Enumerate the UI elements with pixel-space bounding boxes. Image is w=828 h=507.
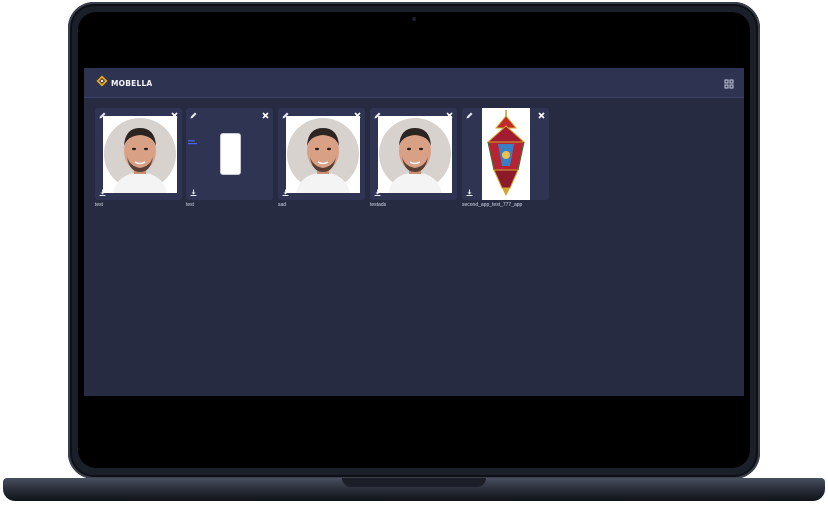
edit-button[interactable]	[373, 111, 382, 120]
trackpad-lip	[342, 478, 486, 487]
app-thumbnail	[103, 116, 177, 193]
edit-button[interactable]	[189, 111, 198, 120]
app-screen: MOBELLA test test sad testads second_app…	[84, 68, 744, 396]
app-name: second_app_test_777_app	[462, 202, 523, 208]
webcam	[412, 17, 416, 21]
grid-view-button[interactable]	[724, 76, 734, 89]
phone-mockup-thumbnail	[220, 133, 241, 175]
close-icon[interactable]	[261, 111, 270, 120]
logo-icon	[96, 74, 108, 92]
lantern-thumbnail	[482, 108, 530, 200]
download-icon[interactable]	[281, 188, 290, 197]
brand-logo[interactable]: MOBELLA	[96, 74, 153, 92]
app-card[interactable]	[462, 108, 549, 200]
brand-name: MOBELLA	[111, 78, 153, 88]
app-card[interactable]	[95, 108, 182, 200]
edit-button[interactable]	[465, 111, 474, 120]
phone-preview-lines	[188, 138, 197, 145]
close-icon[interactable]	[170, 111, 179, 120]
app-card[interactable]	[370, 108, 457, 200]
app-thumbnail	[378, 116, 452, 193]
close-icon[interactable]	[445, 111, 454, 120]
app-name: testads	[370, 202, 387, 208]
download-icon[interactable]	[98, 188, 107, 197]
download-icon[interactable]	[189, 188, 198, 197]
app-name: test	[186, 202, 195, 208]
edit-button[interactable]	[281, 111, 290, 120]
app-name: test	[95, 202, 104, 208]
close-icon[interactable]	[353, 111, 362, 120]
download-icon[interactable]	[373, 188, 382, 197]
app-card[interactable]	[186, 108, 273, 200]
app-card[interactable]	[278, 108, 365, 200]
edit-button[interactable]	[98, 111, 107, 120]
top-bar: MOBELLA	[84, 68, 744, 98]
grid-icon	[724, 76, 734, 93]
close-icon[interactable]	[537, 111, 546, 120]
app-name: sad	[278, 202, 287, 208]
download-icon[interactable]	[465, 188, 474, 197]
camera-notch	[374, 12, 454, 32]
app-thumbnail	[286, 116, 360, 193]
